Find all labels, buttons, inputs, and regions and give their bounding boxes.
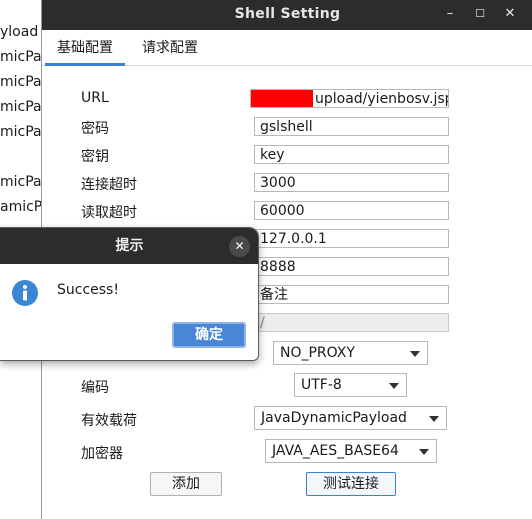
test-connection-button[interactable]: 测试连接 xyxy=(306,472,396,496)
maximize-icon[interactable]: ☐ xyxy=(470,4,490,24)
key-field[interactable]: key xyxy=(254,145,449,164)
list-item[interactable]: amicP xyxy=(0,195,42,220)
tab-basic-config[interactable]: 基础配置 xyxy=(45,30,125,66)
success-dialog: 提示 ✕ Success! 确定 xyxy=(0,227,259,361)
port-field[interactable]: 8888 xyxy=(254,257,449,276)
proxy-type-select[interactable]: NO_PROXY xyxy=(273,341,428,365)
connect-timeout-field[interactable]: 3000 xyxy=(254,173,449,192)
read-timeout-label: 读取超时 xyxy=(81,205,137,221)
password-label: 密码 xyxy=(81,121,109,137)
info-icon xyxy=(12,280,38,306)
read-timeout-field[interactable]: 60000 xyxy=(254,201,449,220)
dialog-message: Success! xyxy=(57,282,119,298)
crypto-select[interactable]: JAVA_AES_BASE64 xyxy=(265,439,437,463)
encoding-select[interactable]: UTF-8 xyxy=(294,373,407,397)
chevron-down-icon xyxy=(389,383,399,389)
redaction-block xyxy=(251,90,313,107)
remark-field[interactable]: 备注 xyxy=(254,285,449,304)
password-field[interactable]: gslshell xyxy=(254,117,449,136)
chevron-down-icon xyxy=(419,449,429,455)
chevron-down-icon xyxy=(429,416,439,422)
encoding-value: UTF-8 xyxy=(301,377,342,393)
add-button[interactable]: 添加 xyxy=(150,472,222,496)
crypto-value: JAVA_AES_BASE64 xyxy=(272,443,399,459)
proxy-type-value: NO_PROXY xyxy=(280,345,355,361)
ok-button[interactable]: 确定 xyxy=(172,322,246,348)
list-item[interactable]: micPa xyxy=(0,95,42,120)
chevron-down-icon xyxy=(410,351,420,357)
url-label: URL xyxy=(81,90,109,106)
title-bar[interactable]: Shell Setting – ☐ ✕ xyxy=(42,0,532,30)
minimize-icon[interactable]: – xyxy=(440,4,460,24)
dialog-title: 提示 xyxy=(0,228,258,264)
connect-timeout-label: 连接超时 xyxy=(81,177,137,193)
list-item[interactable]: micPa xyxy=(0,70,42,95)
encoding-label: 编码 xyxy=(81,380,109,396)
crypto-label: 加密器 xyxy=(81,446,123,462)
disabled-field: / xyxy=(254,313,449,332)
list-item[interactable]: micPa xyxy=(0,170,42,195)
tab-bar: 基础配置 请求配置 xyxy=(42,30,532,66)
host-field[interactable]: 127.0.0.1 xyxy=(254,229,449,248)
payload-value: JavaDynamicPayload xyxy=(261,410,407,426)
list-item[interactable]: micPa xyxy=(0,45,42,70)
url-field-value: upload/yienbosv.jsp xyxy=(315,91,449,107)
payload-select[interactable]: JavaDynamicPayload xyxy=(254,406,447,430)
list-item[interactable]: yload xyxy=(0,20,38,45)
url-field[interactable]: upload/yienbosv.jsp xyxy=(250,89,449,108)
key-label: 密钥 xyxy=(81,149,109,165)
payload-label: 有效载荷 xyxy=(81,413,137,429)
close-icon[interactable]: ✕ xyxy=(229,236,250,257)
list-item[interactable]: micPa xyxy=(0,120,42,145)
tab-request-config[interactable]: 请求配置 xyxy=(130,30,210,66)
close-icon[interactable]: ✕ xyxy=(500,4,520,24)
